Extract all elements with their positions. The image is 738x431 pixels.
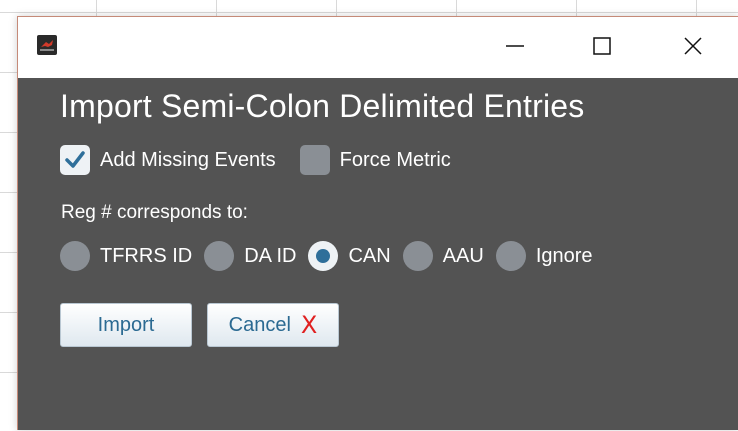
import-button-label: Import bbox=[97, 313, 155, 336]
reg-corresponds-label: Reg # corresponds to: bbox=[61, 202, 248, 223]
reg-radio-group: TFRRS ID DA ID CAN AAU Ignore bbox=[60, 239, 605, 273]
maximize-button[interactable] bbox=[579, 26, 625, 66]
close-button[interactable] bbox=[670, 26, 716, 66]
radio-ignore[interactable] bbox=[495, 241, 526, 271]
force-metric-checkbox[interactable] bbox=[299, 145, 330, 175]
radio-label-da-id: DA ID bbox=[244, 244, 297, 267]
minimize-button[interactable] bbox=[492, 26, 538, 66]
add-missing-events-label: Add Missing Events bbox=[100, 148, 276, 171]
cancel-button-label: Cancel bbox=[228, 313, 291, 336]
app-logo-icon bbox=[37, 35, 57, 55]
close-icon bbox=[684, 37, 702, 55]
add-missing-events-checkbox[interactable] bbox=[60, 145, 90, 175]
radio-tfrrs-id[interactable] bbox=[60, 241, 90, 271]
dialog-title: Import Semi-Colon Delimited Entries bbox=[60, 88, 585, 124]
radio-label-aau: AAU bbox=[442, 244, 484, 267]
radio-label-ignore: Ignore bbox=[535, 244, 593, 267]
force-metric-label: Force Metric bbox=[339, 148, 451, 171]
cancel-x-icon: X bbox=[300, 311, 318, 339]
radio-aau[interactable] bbox=[402, 241, 433, 271]
radio-selected-dot bbox=[316, 249, 331, 263]
radio-can[interactable] bbox=[308, 241, 339, 271]
maximize-icon bbox=[593, 37, 611, 55]
title-bar bbox=[18, 17, 738, 78]
options-checkbox-row: Add Missing Events Force Metric bbox=[60, 144, 451, 176]
radio-label-tfrrs-id: TFRRS ID bbox=[100, 244, 193, 267]
radio-da-id[interactable] bbox=[204, 241, 235, 271]
checkmark-icon bbox=[65, 151, 85, 168]
radio-label-can: CAN bbox=[348, 244, 391, 267]
cancel-button[interactable]: Cancel X bbox=[207, 303, 339, 347]
import-button[interactable]: Import bbox=[60, 303, 192, 347]
minimize-icon bbox=[506, 45, 524, 47]
dialog-content: Import Semi-Colon Delimited Entries Add … bbox=[18, 78, 738, 431]
import-dialog-window: Import Semi-Colon Delimited Entries Add … bbox=[17, 16, 738, 430]
